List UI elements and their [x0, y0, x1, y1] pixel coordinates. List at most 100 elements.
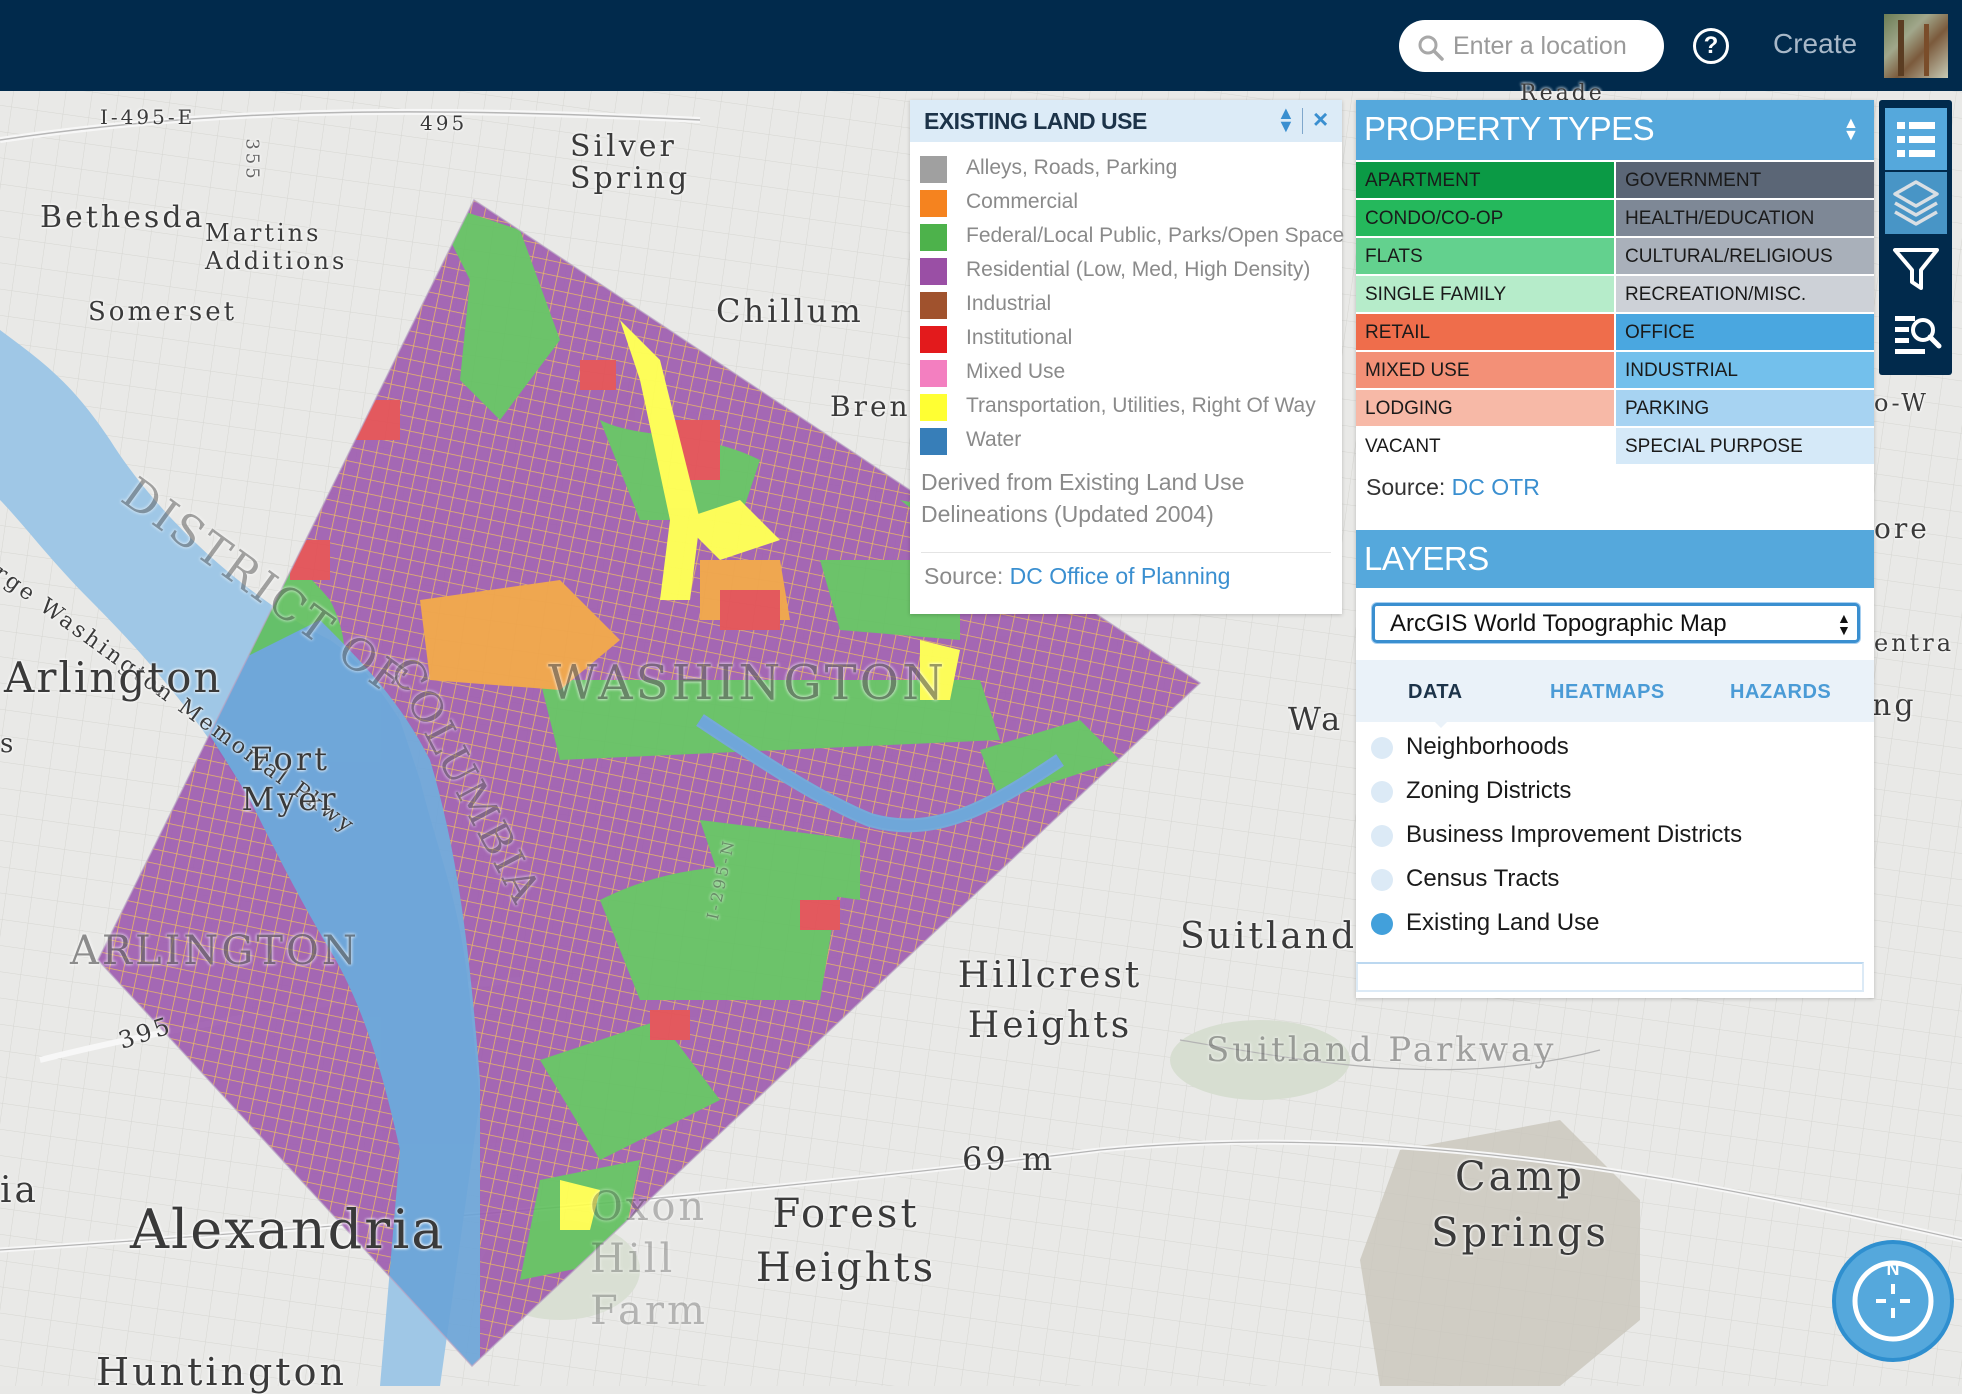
- property-type-apartment[interactable]: APARTMENT: [1356, 162, 1614, 198]
- layer-label: Census Tracts: [1406, 865, 1560, 892]
- map-label-i495: I-495-E: [100, 105, 196, 129]
- layer-toggle-dot[interactable]: [1371, 913, 1393, 935]
- basemap-select[interactable]: ArcGIS World Topographic Map ▲ ▼: [1372, 603, 1860, 643]
- source-link-dc-planning[interactable]: DC Office of Planning: [1010, 563, 1231, 589]
- land-use-swatch: [920, 360, 947, 387]
- land-use-label: Mixed Use: [966, 360, 1066, 383]
- property-type-recreation-misc[interactable]: RECREATION/MISC.: [1616, 276, 1874, 312]
- sort-icon[interactable]: ▲ ▼: [1277, 104, 1295, 135]
- location-search-input[interactable]: [1451, 28, 1655, 64]
- map-label-edge-entra: entra: [1874, 629, 1955, 657]
- property-type-retail[interactable]: RETAIL: [1356, 314, 1614, 350]
- map-label-bethesda: Bethesda: [40, 200, 206, 235]
- tab-hazards[interactable]: HAZARDS: [1730, 681, 1831, 704]
- compass-north-label: N: [1887, 1259, 1900, 1279]
- user-avatar[interactable]: [1884, 14, 1948, 78]
- close-icon[interactable]: ×: [1313, 104, 1328, 135]
- filter-icon[interactable]: [1885, 238, 1947, 300]
- land-use-swatch: [920, 224, 947, 251]
- map-label-edge-ia: ia: [0, 1170, 39, 1211]
- search-list-icon[interactable]: [1885, 302, 1947, 364]
- land-use-swatch: [920, 394, 947, 421]
- layer-toggle-dot[interactable]: [1371, 869, 1393, 891]
- map-label-washington: WASHINGTON: [548, 655, 948, 711]
- map-label-oxon-hill: Oxon Hill Farm: [590, 1184, 708, 1334]
- map-label-alexandria: Alexandria: [130, 1198, 446, 1261]
- map-label-arlington-county: ARLINGTON: [70, 928, 360, 974]
- location-search[interactable]: [1399, 20, 1664, 72]
- map-label-edge-dw: o-W: [1874, 389, 1929, 417]
- property-type-parking[interactable]: PARKING: [1616, 390, 1874, 426]
- property-type-single-family[interactable]: SINGLE FAMILY: [1356, 276, 1614, 312]
- property-types-title: PROPERTY TYPES: [1364, 110, 1655, 147]
- property-types-header[interactable]: PROPERTY TYPES ▲ ▼: [1356, 100, 1874, 160]
- land-use-label: Residential (Low, Med, High Density): [966, 258, 1311, 281]
- map-label-chillum: Chillum: [716, 292, 864, 330]
- layer-toggle-dot[interactable]: [1371, 781, 1393, 803]
- basemap-select-value: ArcGIS World Topographic Map: [1390, 610, 1727, 637]
- map-label-silver-spring: Silver Spring: [570, 129, 691, 196]
- create-button[interactable]: Create: [1773, 28, 1857, 60]
- land-use-swatch: [920, 156, 947, 183]
- property-type-lodging[interactable]: LODGING: [1356, 390, 1614, 426]
- map-label-edge-s: s: [0, 729, 17, 759]
- source-link-dc-otr[interactable]: DC OTR: [1452, 474, 1540, 500]
- land-use-swatch: [920, 292, 947, 319]
- land-use-swatch: [920, 258, 947, 285]
- tab-heatmaps[interactable]: HEATMAPS: [1550, 681, 1665, 704]
- map-label-suitland: Suitland: [1180, 916, 1358, 957]
- right-panel: PROPERTY TYPES ▲ ▼ APARTMENT GOVERNMENT CON…: [1356, 100, 1874, 998]
- map-label-arlington: Arlington: [4, 653, 223, 702]
- compass-icon[interactable]: N: [1832, 1240, 1954, 1362]
- property-type-flats[interactable]: FLATS: [1356, 238, 1614, 274]
- land-use-swatch: [920, 428, 947, 455]
- layers-title: LAYERS: [1364, 540, 1489, 577]
- land-use-swatch: [920, 326, 947, 353]
- property-type-condo-co-op[interactable]: CONDO/CO-OP: [1356, 200, 1614, 236]
- land-use-header: EXISTING LAND USE ▲ ▼ ×: [910, 100, 1342, 142]
- source-label: Source:: [1366, 474, 1446, 500]
- property-type-health-education[interactable]: HEALTH/EDUCATION: [1616, 200, 1874, 236]
- layer-label: Zoning Districts: [1406, 777, 1572, 804]
- layer-tabs: DATA HEATMAPS HAZARDS: [1356, 660, 1874, 722]
- map-label-hillcrest-heights: Hillcrest Heights: [957, 955, 1143, 1046]
- layer-label: Existing Land Use: [1406, 909, 1600, 936]
- divider: [921, 552, 1331, 553]
- map-label-camp-springs: Camp Springs: [1431, 1154, 1609, 1256]
- property-type-cultural-religious[interactable]: CULTURAL/RELIGIOUS: [1616, 238, 1874, 274]
- tab-data[interactable]: DATA: [1408, 681, 1463, 704]
- map-label-martins-additions: Martins Additions: [205, 219, 348, 275]
- layer-toggle-dot[interactable]: [1371, 825, 1393, 847]
- property-type-government[interactable]: GOVERNMENT: [1616, 162, 1874, 198]
- list-icon[interactable]: [1885, 108, 1947, 170]
- select-arrows-icon: ▲ ▼: [1837, 610, 1851, 638]
- land-use-derived-note: Derived from Existing Land Use Delineati…: [921, 469, 1245, 527]
- search-icon: [1418, 35, 1444, 61]
- map-label-edge-wa: Wa: [1288, 700, 1344, 738]
- land-use-label: Transportation, Utilities, Right Of Way: [966, 394, 1316, 417]
- property-type-special-purpose[interactable]: SPECIAL PURPOSE: [1616, 428, 1874, 464]
- sort-icon[interactable]: ▲ ▼: [1843, 116, 1859, 144]
- map-label-brentwood: Bren: [830, 390, 911, 423]
- map-label-somerset: Somerset: [88, 297, 238, 327]
- header-divider: [1302, 108, 1303, 134]
- panel-footer: [1356, 962, 1864, 992]
- top-bar: ? Create: [0, 0, 1962, 91]
- property-type-industrial[interactable]: INDUSTRIAL: [1616, 352, 1874, 388]
- property-type-vacant[interactable]: VACANT: [1356, 428, 1614, 464]
- active-tab-caret: [1429, 716, 1453, 728]
- layers-header: LAYERS: [1356, 530, 1874, 588]
- land-use-label: Water: [966, 428, 1022, 451]
- source-label: Source:: [924, 563, 1004, 589]
- help-icon[interactable]: ?: [1693, 28, 1729, 64]
- property-type-office[interactable]: OFFICE: [1616, 314, 1874, 350]
- map-label-suitland-parkway: Suitland Parkway: [1206, 1030, 1557, 1070]
- land-use-title: EXISTING LAND USE: [924, 108, 1147, 134]
- map-label-fort-myer: Fort Myer: [241, 740, 339, 818]
- map-label-495: 495: [420, 111, 468, 135]
- layer-toggle-dot[interactable]: [1371, 737, 1393, 759]
- layer-label: Business Improvement Districts: [1406, 821, 1743, 848]
- layers-icon[interactable]: [1885, 172, 1947, 234]
- property-type-mixed-use[interactable]: MIXED USE: [1356, 352, 1614, 388]
- map-label-edge-ore: ore: [1874, 512, 1930, 545]
